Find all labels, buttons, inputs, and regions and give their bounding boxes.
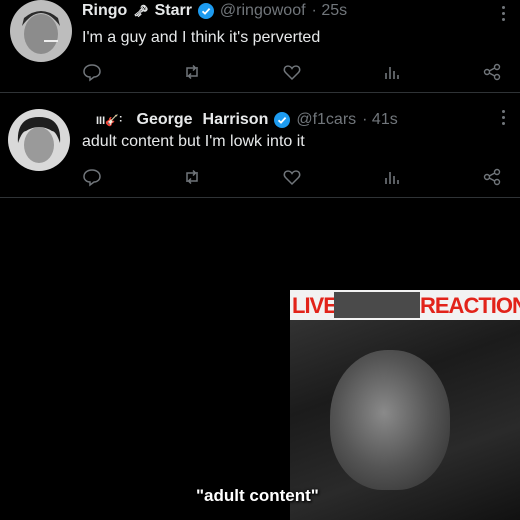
tweet-actions	[82, 167, 502, 187]
verified-icon	[197, 3, 214, 19]
more-icon[interactable]	[502, 6, 506, 24]
reply-icon[interactable]	[82, 167, 102, 187]
share-icon[interactable]	[482, 167, 502, 187]
timestamp[interactable]: · 41s	[362, 111, 398, 129]
display-name-first[interactable]: George	[137, 111, 193, 129]
display-name-first[interactable]: Ringo	[82, 2, 127, 20]
views-icon[interactable]	[382, 62, 402, 82]
timestamp[interactable]: · 25s	[312, 2, 348, 20]
person-photo	[330, 350, 450, 490]
reaction-label: REACTION	[420, 293, 520, 318]
tweet-actions	[82, 62, 502, 82]
more-icon[interactable]	[502, 110, 506, 128]
reply-icon[interactable]	[82, 62, 102, 82]
display-name-last[interactable]: Harrison	[203, 111, 269, 129]
verified-icon	[274, 112, 291, 128]
views-icon[interactable]	[382, 167, 402, 187]
display-name-last[interactable]: Starr	[155, 2, 192, 20]
handle[interactable]: @ringowoof	[220, 2, 306, 20]
like-icon[interactable]	[282, 167, 302, 187]
banner-photo-strip	[334, 292, 420, 318]
avatar[interactable]	[8, 109, 70, 171]
retweet-icon[interactable]	[182, 167, 202, 187]
display-name-emoji: 🗝	[133, 4, 149, 18]
tweet[interactable]: III🎸˸ George Harrison @f1cars · 41s adul…	[0, 93, 520, 198]
live-reaction-banner: LIVE REACTION	[290, 290, 520, 320]
live-reaction-image[interactable]: LIVE REACTION	[290, 290, 520, 520]
display-name-emoji: III🎸˸	[96, 114, 123, 127]
retweet-icon[interactable]	[182, 62, 202, 82]
avatar[interactable]	[10, 0, 72, 62]
tweet-text: adult content but I'm lowk into it	[82, 133, 305, 150]
handle[interactable]: @f1cars	[296, 111, 356, 129]
tweet[interactable]: Ringo 🗝 Starr @ringowoof · 25s I'm a guy…	[0, 0, 520, 93]
tweet-text: I'm a guy and I think it's perverted	[82, 29, 321, 46]
like-icon[interactable]	[282, 62, 302, 82]
live-label: LIVE	[292, 293, 338, 318]
share-icon[interactable]	[482, 62, 502, 82]
meme-caption: "adult content"	[196, 486, 319, 505]
